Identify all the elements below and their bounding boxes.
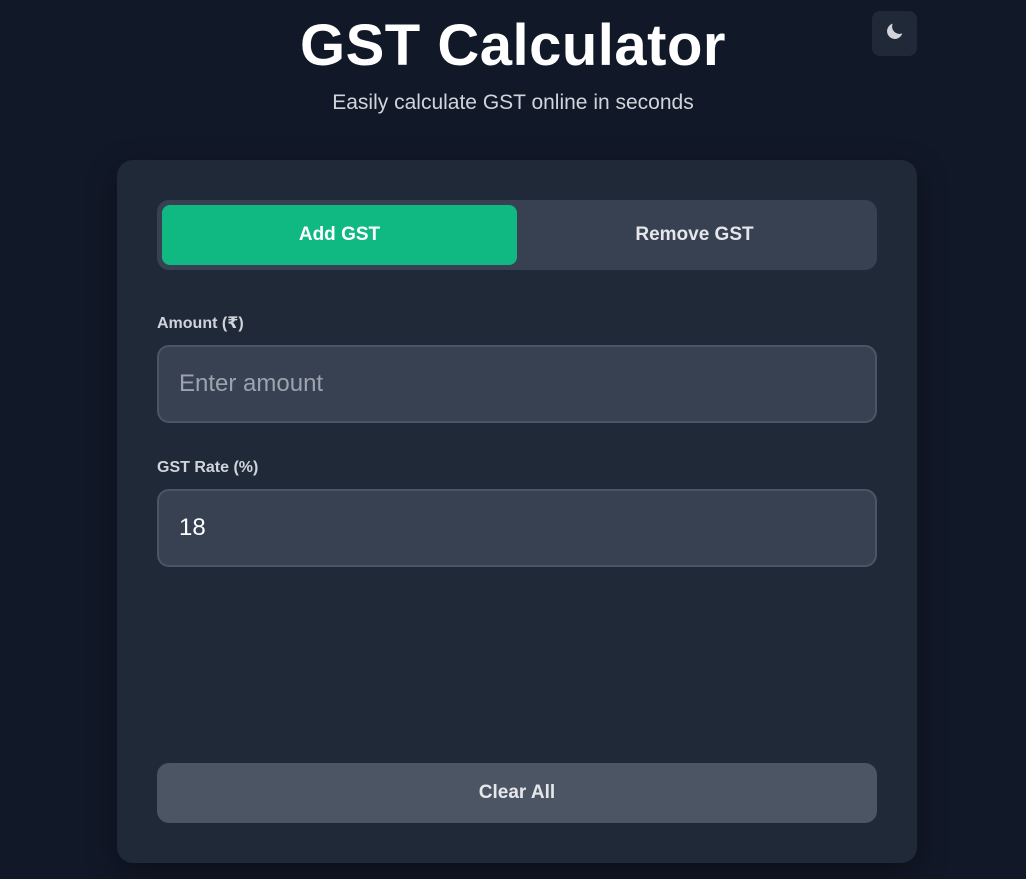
page: GST Calculator Easily calculate GST onli… xyxy=(0,0,1026,879)
amount-label: Amount (₹) xyxy=(157,315,244,332)
tab-remove-gst[interactable]: Remove GST xyxy=(517,205,872,265)
clear-all-button[interactable]: Clear All xyxy=(157,763,877,823)
calculator-card: Add GST Remove GST Amount (₹) GST Rate (… xyxy=(117,160,917,863)
gst-rate-label: GST Rate (%) xyxy=(157,459,259,476)
page-subtitle: Easily calculate GST online in seconds xyxy=(332,91,694,114)
gst-rate-input[interactable] xyxy=(157,489,877,567)
tab-add-gst[interactable]: Add GST xyxy=(162,205,517,265)
theme-toggle-button[interactable] xyxy=(872,11,917,56)
mode-tabs: Add GST Remove GST xyxy=(157,200,877,270)
moon-icon xyxy=(884,20,906,47)
amount-input[interactable] xyxy=(157,345,877,423)
